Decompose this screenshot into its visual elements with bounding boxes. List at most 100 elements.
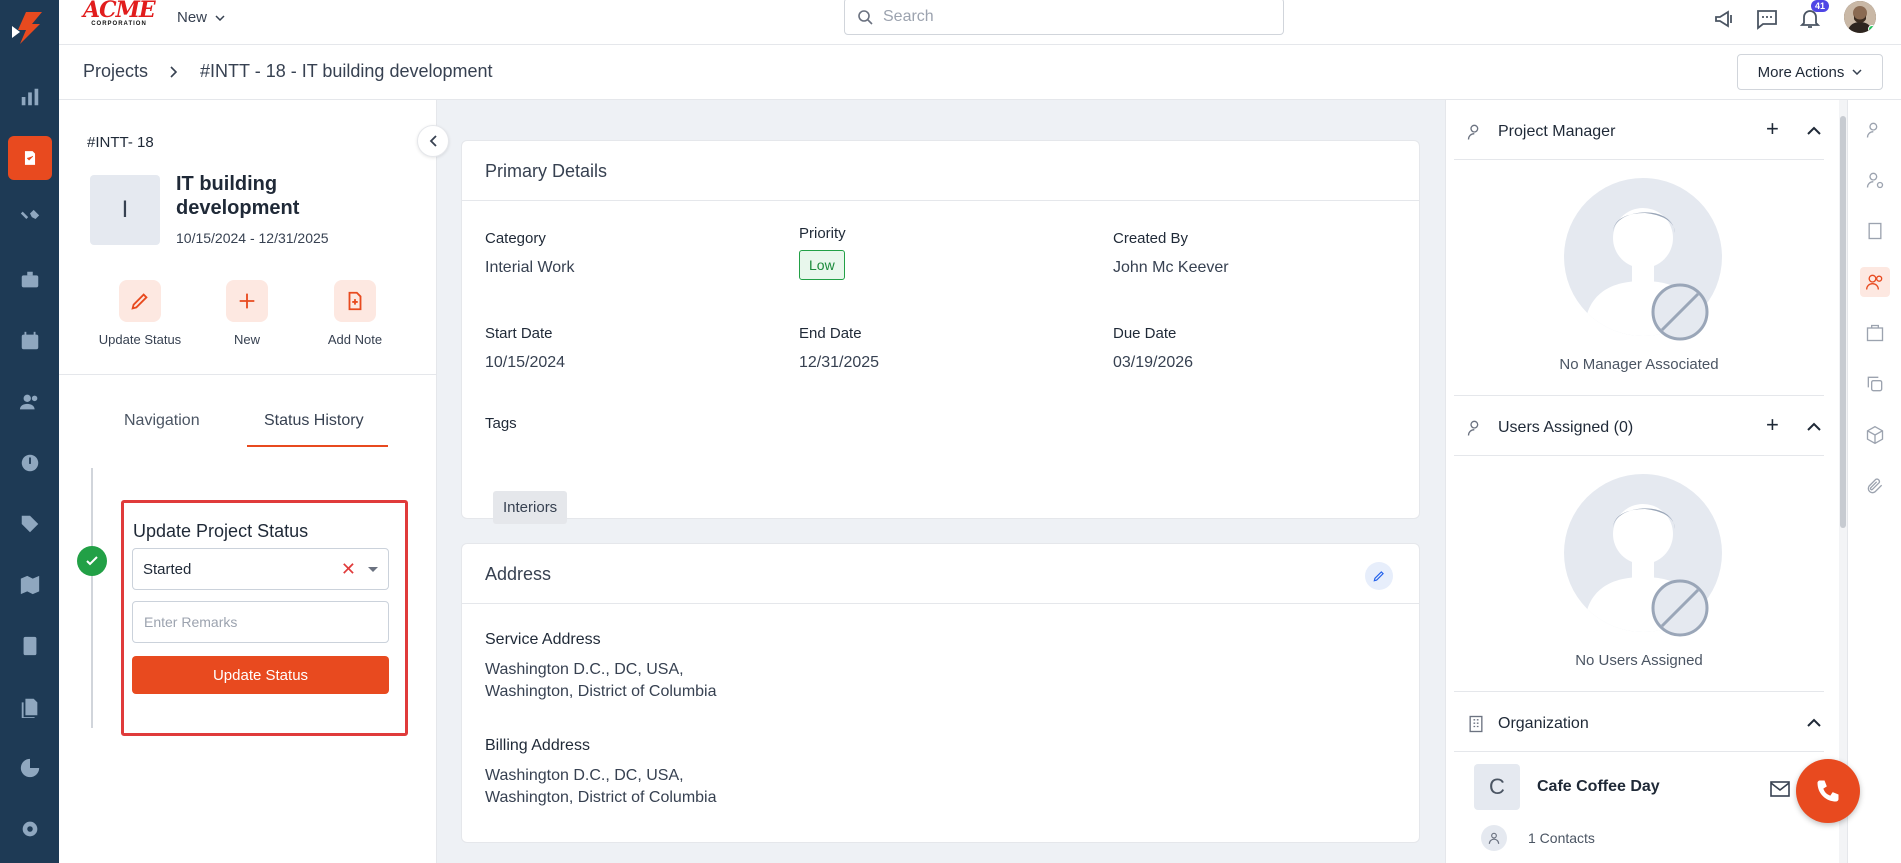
no-entry-icon [1651, 579, 1709, 637]
update-status-button[interactable]: Update Status [132, 656, 389, 694]
category-field: Category Interial Work [485, 230, 575, 276]
remarks-input[interactable] [132, 601, 389, 643]
created-by-field: Created By John Mc Keever [1113, 230, 1229, 276]
search-box[interactable] [844, 0, 1284, 35]
project-manager-header: Project Manager + [1454, 104, 1824, 160]
nav-briefcase-icon[interactable] [0, 255, 59, 305]
collapse-panel-button[interactable] [417, 125, 449, 157]
users-assigned-section: Users Assigned (0) + [1454, 400, 1824, 456]
nav-settings-icon[interactable] [0, 804, 59, 854]
rail-attachment-icon[interactable] [1860, 471, 1890, 501]
more-actions-label: More Actions [1757, 63, 1845, 81]
search-input[interactable] [883, 7, 1263, 26]
priority-badge: Low [799, 250, 845, 280]
note-add-icon [334, 280, 376, 322]
project-code: #INTT- 18 [87, 134, 154, 151]
company-logo[interactable]: ACME CORPORATION [83, 0, 156, 30]
add-user-button[interactable]: + [1766, 412, 1779, 438]
announcement-icon[interactable] [1710, 4, 1740, 34]
project-avatar: I [90, 175, 160, 245]
dropdown-caret-icon[interactable] [368, 567, 378, 572]
rail-building-icon[interactable] [1860, 216, 1890, 246]
tab-navigation[interactable]: Navigation [124, 412, 200, 430]
new-menu-button[interactable]: New [177, 9, 225, 26]
add-note-action[interactable]: Add Note [300, 280, 410, 347]
chat-icon[interactable] [1752, 4, 1782, 34]
nav-map-icon[interactable] [0, 560, 59, 610]
mail-icon[interactable] [1770, 781, 1790, 797]
user-settings-icon [1467, 420, 1479, 436]
new-action[interactable]: New [192, 280, 302, 347]
user-avatar[interactable] [1844, 1, 1876, 33]
nav-clock-icon[interactable] [0, 438, 59, 488]
nav-calculator-icon[interactable] [0, 621, 59, 671]
selected-status: Started [143, 560, 192, 578]
user-settings-icon [1467, 124, 1479, 140]
rail-box-icon[interactable] [1860, 420, 1890, 450]
active-tab-indicator [247, 445, 388, 447]
chevron-up-icon[interactable] [1807, 422, 1821, 431]
chevron-up-icon[interactable] [1807, 126, 1821, 135]
online-status-dot [1868, 25, 1876, 33]
top-bar: ACME CORPORATION New 41 [59, 0, 1901, 45]
pencil-icon [119, 280, 161, 322]
organization-name[interactable]: Cafe Coffee Day [1537, 778, 1660, 796]
new-menu-label: New [177, 9, 208, 26]
app-logo-icon[interactable] [0, 0, 59, 56]
add-manager-button[interactable]: + [1766, 116, 1779, 142]
rail-copy-icon[interactable] [1860, 369, 1890, 399]
tab-status-history[interactable]: Status History [264, 412, 364, 430]
project-summary-panel: #INTT- 18 I IT building development 10/1… [59, 100, 437, 863]
notifications-icon[interactable]: 41 [1795, 0, 1829, 34]
edit-address-button[interactable] [1365, 562, 1393, 590]
chevron-up-icon[interactable] [1807, 718, 1821, 727]
primary-details-title: Primary Details [462, 141, 1419, 201]
more-actions-button[interactable]: More Actions [1737, 54, 1883, 90]
check-icon [77, 546, 107, 576]
tag-chip: Interiors [493, 491, 568, 524]
contacts-count[interactable]: 1 Contacts [1528, 830, 1595, 846]
users-assigned-header: Users Assigned (0) + [1454, 400, 1824, 456]
organization-header: Organization [1454, 696, 1824, 752]
status-select[interactable]: Started ✕ [132, 548, 389, 590]
pencil-icon [1373, 571, 1384, 582]
phone-icon [1817, 780, 1839, 802]
rail-user-icon[interactable] [1860, 115, 1890, 145]
clear-icon[interactable]: ✕ [341, 559, 356, 580]
start-date-field: Start Date 10/15/2024 [485, 325, 566, 371]
breadcrumb-projects-link[interactable]: Projects [83, 61, 148, 82]
chevron-left-icon [429, 135, 437, 147]
address-title: Address [462, 544, 1419, 604]
timeline-line [91, 468, 93, 728]
plus-icon [226, 280, 268, 322]
left-nav [0, 0, 59, 863]
update-status-action[interactable]: Update Status [85, 280, 195, 347]
no-entry-icon [1651, 283, 1709, 341]
scrollbar-thumb[interactable] [1840, 116, 1846, 528]
rail-company-icon[interactable] [1860, 318, 1890, 348]
notification-badge: 41 [1810, 0, 1829, 12]
chevron-down-icon [215, 14, 225, 21]
contact-icon [1481, 825, 1507, 851]
organization-section: Organization [1454, 696, 1824, 752]
call-fab-button[interactable] [1796, 759, 1860, 823]
breadcrumb-current: #INTT - 18 - IT building development [200, 61, 493, 81]
nav-tools-icon[interactable] [0, 194, 59, 244]
nav-calendar-icon[interactable] [0, 316, 59, 366]
no-manager-text: No Manager Associated [1559, 356, 1719, 373]
due-date-field: Due Date 03/19/2026 [1113, 325, 1194, 371]
nav-reports-icon[interactable] [0, 743, 59, 793]
rail-contacts-icon[interactable] [1860, 267, 1890, 297]
service-address: Service Address Washington D.C., DC, USA… [485, 631, 717, 700]
billing-address: Billing Address Washington D.C., DC, USA… [485, 737, 717, 806]
right-panel: Project Manager + No Manager Associated … [1445, 100, 1843, 863]
nav-dashboard-icon[interactable] [0, 72, 59, 122]
divider [1454, 395, 1824, 396]
nav-tag-icon[interactable] [0, 499, 59, 549]
project-title: IT building development [176, 173, 300, 219]
rail-user-settings-icon[interactable] [1860, 165, 1890, 195]
nav-documents-icon[interactable] [0, 682, 59, 732]
nav-users-icon[interactable] [0, 377, 59, 427]
nav-projects-icon[interactable] [0, 133, 59, 183]
divider [1454, 691, 1824, 692]
